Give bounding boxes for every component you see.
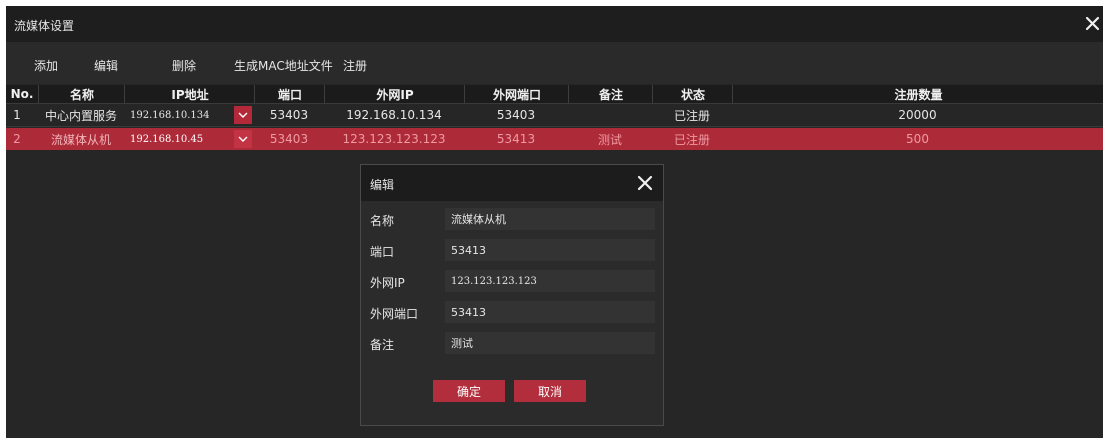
table-row[interactable]: 1 中心内置服务 192.168.10.134 53403 192.168.10… — [6, 104, 1103, 127]
table-header: No. 名称 IP地址 端口 外网IP 外网端口 备注 状态 注册数量 — [6, 85, 1103, 104]
ext-ip-field[interactable] — [445, 270, 655, 292]
chevron-down-icon[interactable] — [234, 106, 252, 124]
col-header-remark[interactable]: 备注 — [568, 85, 653, 103]
close-icon[interactable] — [637, 175, 653, 191]
cell-ext-ip: 123.123.123.123 — [342, 132, 446, 146]
delete-button[interactable]: 删除 — [172, 57, 196, 74]
register-button[interactable]: 注册 — [343, 57, 367, 74]
table-row-selected[interactable]: 2 流媒体从机 192.168.10.45 53403 123.123.123.… — [6, 128, 1103, 150]
window-title: 流媒体设置 — [14, 19, 75, 33]
cell-name: 中心内置服务 — [38, 104, 124, 126]
cell-port: 53403 — [269, 132, 309, 146]
cell-status: 已注册 — [673, 132, 710, 147]
cell-ext-port: 53413 — [496, 132, 536, 146]
chevron-down-icon[interactable] — [234, 130, 252, 148]
col-header-ext-port[interactable]: 外网端口 — [464, 85, 569, 103]
ok-button[interactable]: 确定 — [433, 380, 505, 402]
cell-ip: 192.168.10.45 — [130, 133, 204, 145]
cancel-button[interactable]: 取消 — [514, 380, 586, 402]
cell-remark: 测试 — [597, 132, 622, 147]
name-label: 名称 — [370, 214, 395, 228]
remark-label: 备注 — [370, 338, 395, 352]
generate-mac-file-button[interactable]: 生成MAC地址文件 — [234, 57, 333, 74]
cell-no: 1 — [13, 108, 21, 122]
edit-dialog: 编辑 名称 端口 外网IP 外网端口 备注 确定 取消 — [360, 164, 664, 426]
stream-settings-window: 流媒体设置 添加 编辑 删除 生成MAC地址文件 注册 No. 名称 IP地址 … — [6, 6, 1103, 438]
close-icon[interactable] — [1083, 12, 1103, 36]
dialog-title: 编辑 — [370, 178, 395, 192]
col-header-ip[interactable]: IP地址 — [124, 85, 255, 103]
col-header-reg-count[interactable]: 注册数量 — [732, 85, 1103, 103]
ext-ip-label: 外网IP — [370, 276, 405, 290]
cell-status: 已注册 — [673, 108, 710, 123]
cell-reg-count: 20000 — [898, 108, 937, 122]
col-header-status[interactable]: 状态 — [652, 85, 733, 103]
cell-ext-ip: 192.168.10.134 — [346, 108, 442, 122]
col-header-ext-ip[interactable]: 外网IP — [324, 85, 465, 103]
port-field[interactable] — [445, 239, 655, 261]
cell-remark — [568, 104, 652, 126]
cell-ip: 192.168.10.134 — [130, 109, 210, 121]
port-label: 端口 — [370, 245, 395, 259]
col-header-no[interactable]: No. — [6, 85, 38, 103]
remark-field[interactable] — [445, 332, 655, 354]
cell-name: 流媒体从机 — [38, 128, 124, 150]
cell-reg-count: 500 — [906, 132, 929, 146]
col-header-name[interactable]: 名称 — [38, 85, 125, 103]
name-field[interactable] — [445, 208, 655, 230]
add-button[interactable]: 添加 — [34, 57, 58, 74]
toolbar: 添加 编辑 删除 生成MAC地址文件 注册 — [6, 42, 1103, 84]
col-header-port[interactable]: 端口 — [254, 85, 325, 103]
edit-button[interactable]: 编辑 — [94, 57, 118, 74]
cell-no: 2 — [13, 132, 21, 146]
cell-port: 53403 — [269, 108, 309, 122]
dialog-header: 编辑 — [361, 165, 663, 201]
title-bar: 流媒体设置 — [6, 6, 1103, 42]
cell-ext-port: 53403 — [496, 108, 536, 122]
ext-port-field[interactable] — [445, 301, 655, 323]
ext-port-label: 外网端口 — [370, 307, 419, 321]
